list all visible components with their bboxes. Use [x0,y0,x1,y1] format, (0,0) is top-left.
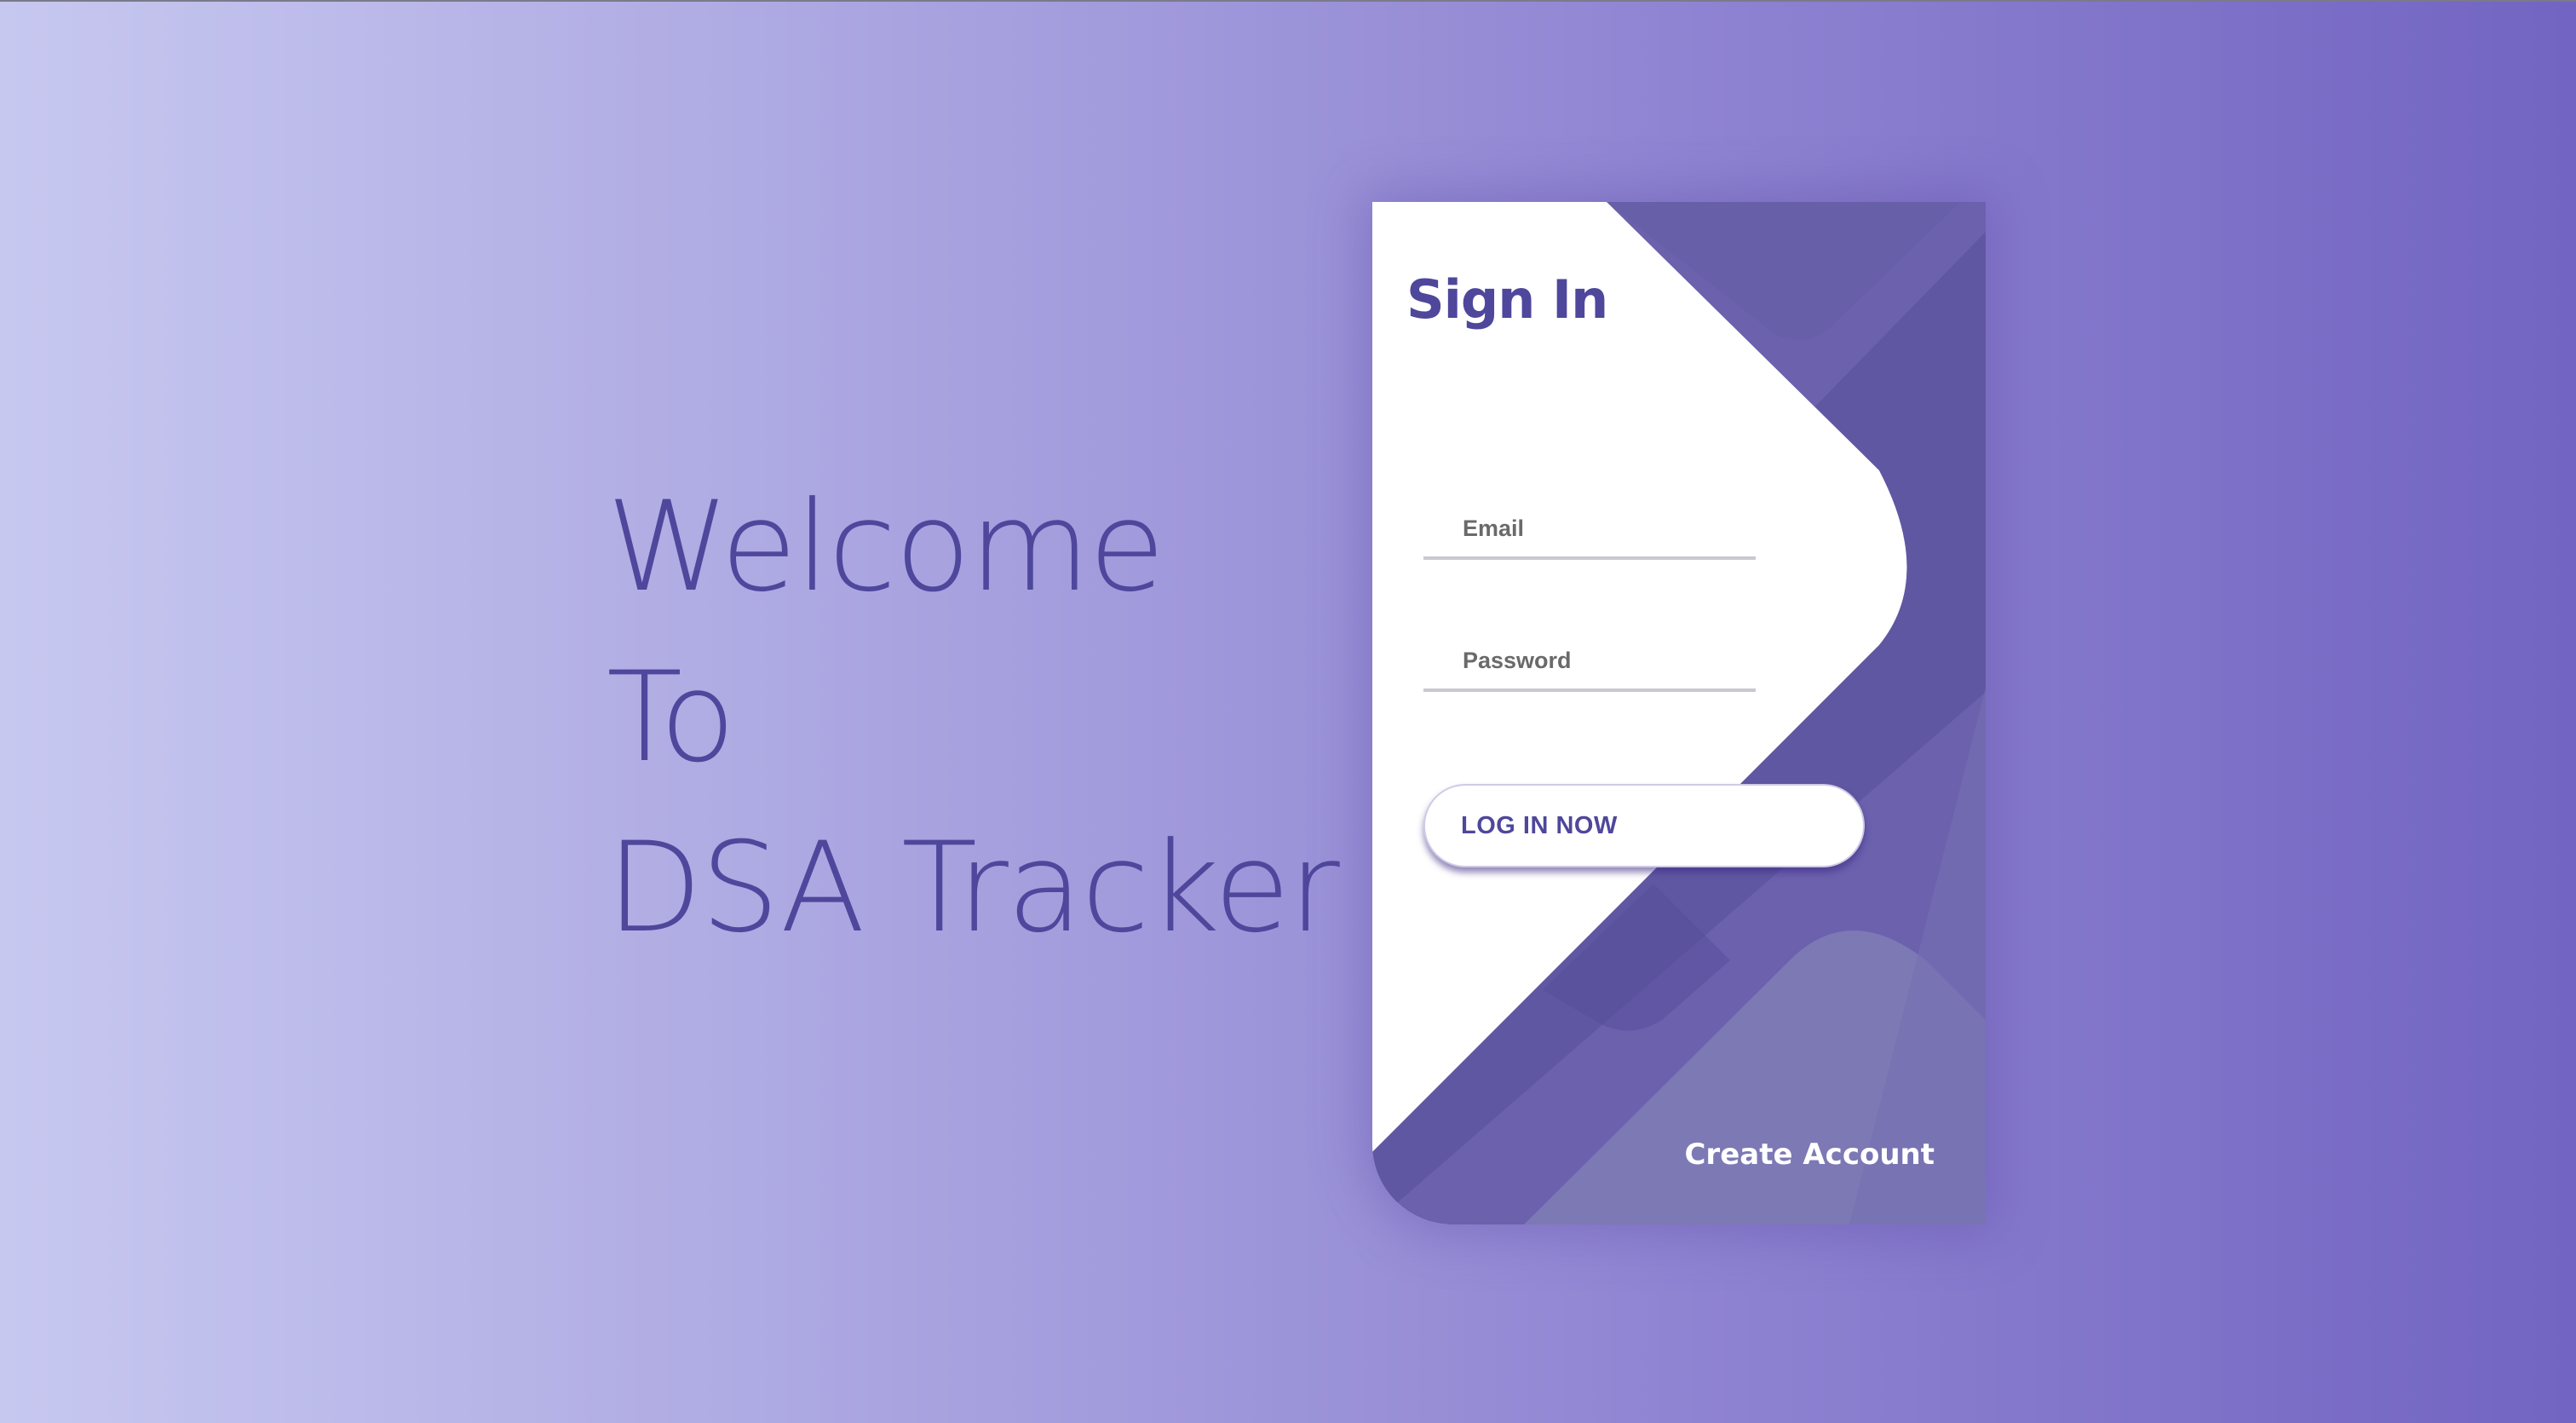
email-field[interactable] [1423,500,1756,560]
login-card: Sign In LOG IN NOW Create Account [1372,202,1986,1224]
sign-in-title: Sign In [1406,268,1608,331]
welcome-line-1: Welcome [607,475,1165,619]
welcome-line-2: To [607,645,736,790]
create-account-link[interactable]: Create Account [1684,1138,1935,1172]
welcome-heading: Welcome To DSA Tracker [607,462,1340,973]
log-in-now-button[interactable]: LOG IN NOW [1423,784,1865,867]
welcome-line-3: DSA Tracker [607,815,1340,960]
card-background-shapes [1372,202,1986,1224]
password-field[interactable] [1423,632,1756,692]
